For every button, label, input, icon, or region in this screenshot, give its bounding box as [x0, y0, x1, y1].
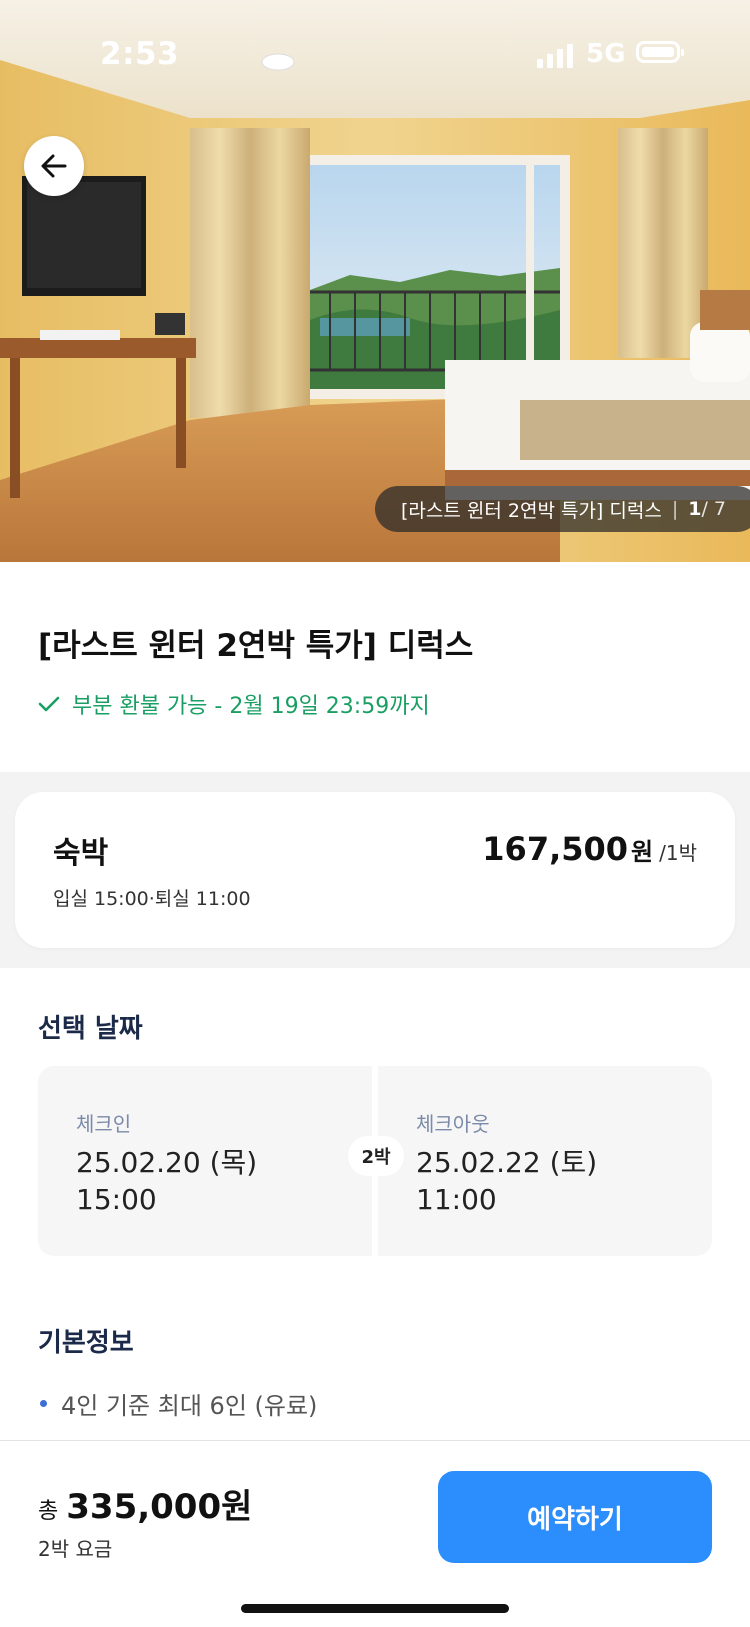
photo-total: / 7	[701, 498, 726, 520]
nights-badge: 2박	[348, 1136, 404, 1176]
hero-photo[interactable]: 2:53 5G [라스트 윈터 2연박 특가] 디럭스 | 1 / 7	[0, 0, 750, 562]
check-icon	[38, 696, 60, 712]
total-prefix: 총	[38, 1499, 59, 1524]
checkin-value: 25.02.20 (목) 15:00	[76, 1144, 257, 1218]
status-time: 2:53	[100, 36, 180, 72]
bullet-icon	[40, 1400, 47, 1407]
checkout-box[interactable]: 체크아웃 25.02.22 (토) 11:00	[378, 1066, 712, 1256]
photo-caption: [라스트 윈터 2연박 특가] 디럭스	[400, 499, 662, 522]
divider: |	[671, 498, 679, 520]
selected-dates-title: 선택 날짜	[38, 1014, 143, 1044]
photo-counter[interactable]: [라스트 윈터 2연박 특가] 디럭스 | 1 / 7	[374, 486, 750, 532]
checkin-time: 15:00	[76, 1183, 157, 1216]
checkin-checkout-times: 입실 15:00·퇴실 11:00	[53, 888, 251, 910]
book-button[interactable]: 예약하기	[438, 1471, 712, 1563]
date-selector[interactable]: 체크인 25.02.20 (목) 15:00 체크아웃 25.02.22 (토)…	[38, 1066, 712, 1256]
signal-icon	[537, 44, 573, 68]
refund-text: 부분 환불 가능 - 2월 19일 23:59까지	[72, 694, 430, 719]
booking-bar: 총 335,000원 2박 요금 예약하기	[0, 1440, 750, 1627]
checkout-value: 25.02.22 (토) 11:00	[416, 1144, 597, 1218]
total-amount: 335,000원	[66, 1487, 253, 1527]
price-unit: /1박	[659, 841, 697, 865]
total-description: 2박 요금	[38, 1537, 113, 1561]
status-bar: 2:53 5G	[0, 0, 750, 110]
network-type: 5G	[586, 39, 626, 69]
total-price: 총 335,000원	[38, 1479, 252, 1528]
checkin-date: 25.02.20 (목)	[76, 1146, 258, 1179]
checkout-date: 25.02.22 (토)	[416, 1146, 598, 1179]
checkout-label: 체크아웃	[416, 1112, 490, 1136]
checkout-time: 11:00	[416, 1183, 497, 1216]
refund-policy: 부분 환불 가능 - 2월 19일 23:59까지	[38, 688, 430, 720]
price-amount: 167,500	[482, 830, 629, 868]
checkin-box[interactable]: 체크인 25.02.20 (목) 15:00	[38, 1066, 372, 1256]
basic-info-title: 기본정보	[38, 1328, 134, 1358]
battery-icon	[636, 41, 684, 63]
room-header: [라스트 윈터 2연박 특가] 디럭스 부분 환불 가능 - 2월 19일 23…	[0, 562, 750, 772]
home-indicator[interactable]	[241, 1604, 509, 1613]
list-item: 4인 기준 최대 6인 (유료)	[40, 1386, 317, 1421]
back-button[interactable]	[24, 136, 84, 196]
capacity-text: 4인 기준 최대 6인 (유료)	[61, 1392, 318, 1420]
checkin-label: 체크인	[76, 1112, 132, 1136]
stay-card[interactable]: 숙박 입실 15:00·퇴실 11:00 167,500 원 /1박	[15, 792, 735, 948]
nightly-price: 167,500 원 /1박	[482, 830, 697, 868]
photo-index: 1	[688, 498, 702, 520]
room-title: [라스트 윈터 2연박 특가] 디럭스	[38, 628, 474, 664]
back-arrow-icon	[41, 154, 67, 178]
stay-type: 숙박	[53, 836, 109, 871]
price-currency: 원	[631, 838, 654, 866]
